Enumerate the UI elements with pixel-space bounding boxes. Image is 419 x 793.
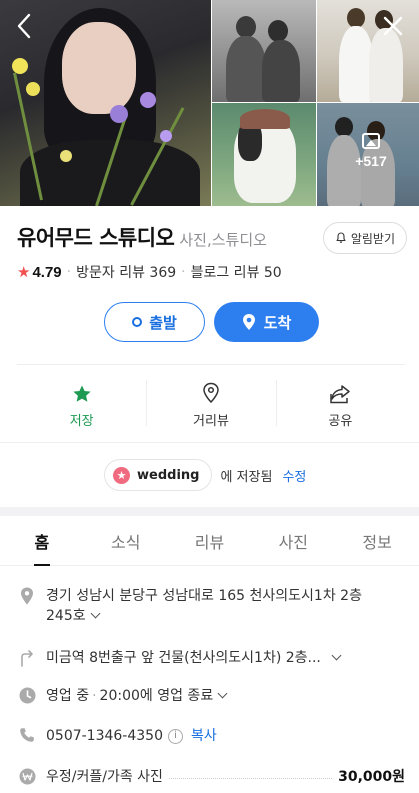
photo-figure (226, 36, 266, 102)
share-action[interactable]: 공유 (275, 370, 405, 438)
photo-gallery[interactable] (0, 0, 419, 206)
divider (17, 364, 405, 365)
location-pin-icon (242, 314, 255, 330)
photo-flower (110, 105, 128, 123)
divider (0, 442, 419, 443)
phone-number[interactable]: 0507-1346-4350 (46, 728, 163, 744)
action-row: 저장 거리뷰 공유 (17, 370, 405, 438)
copy-phone-button[interactable]: 복사 (191, 728, 217, 744)
photo-figure (236, 16, 256, 38)
visitor-reviews-link[interactable]: 방문자 리뷰 369 (76, 262, 176, 282)
info-icon[interactable]: i (168, 728, 183, 744)
place-name: 유어무드 스튜디오 (17, 226, 175, 250)
separator-dot: · (181, 264, 186, 280)
won-coin-icon (19, 768, 35, 784)
saved-text: 에 저장됨 (220, 469, 273, 485)
photo-thumb-3[interactable] (211, 102, 316, 206)
photo-shoulder (20, 140, 200, 206)
address-line-1: 경기 성남시 분당구 성남대로 165 천사의도시1차 2층 (46, 588, 362, 604)
address-line-2: 245호 (46, 608, 86, 624)
hours-detail: 20:00에 영업 종료 (99, 688, 214, 704)
tab-bar: 홈 소식 리뷰 사진 정보 (0, 516, 419, 566)
saved-folder-pill[interactable]: ★ wedding (104, 459, 213, 491)
alarm-button[interactable]: 알림받기 (322, 222, 407, 254)
close-button[interactable] (379, 12, 407, 40)
photo-face (62, 22, 136, 114)
saved-folder-name: wedding (137, 467, 200, 483)
phone-icon (20, 728, 34, 742)
chevron-left-icon (17, 13, 31, 39)
photo-figure (262, 40, 300, 102)
rating-value: 4.79 (32, 263, 62, 281)
share-label: 공유 (328, 413, 353, 429)
more-photos[interactable]: +517 (341, 133, 401, 169)
tab-news[interactable]: 소식 (84, 516, 168, 565)
place-category: 사진,스튜디오 (179, 231, 267, 249)
photo-flower (12, 58, 28, 74)
location-pin-icon (21, 587, 33, 605)
more-photos-count: +517 (355, 153, 387, 169)
directions-row[interactable]: 미금역 8번출구 앞 건물(천사의도시1차) 2층... (18, 648, 405, 668)
hours-status: 영업 중 (46, 688, 90, 704)
tab-info[interactable]: 정보 (335, 516, 419, 565)
separator-dot: · (66, 264, 72, 280)
save-label: 저장 (69, 413, 94, 429)
streetview-pin-icon (203, 382, 219, 403)
streetview-action[interactable]: 거리뷰 (146, 370, 275, 438)
tab-home[interactable]: 홈 (0, 516, 84, 566)
save-action[interactable]: 저장 (17, 370, 146, 438)
photo-thumb-1[interactable] (211, 0, 316, 102)
streetview-label: 거리뷰 (193, 413, 229, 429)
rating-row: ★ 4.79 · 방문자 리뷰 369 · 블로그 리뷰 50 (17, 262, 282, 282)
star-filled-icon (73, 385, 91, 402)
share-icon (330, 384, 351, 403)
bell-icon (336, 232, 346, 243)
menu-price-row[interactable]: 우정/커플/가족 사진 30,000원 (18, 766, 405, 786)
photo-flower (60, 150, 72, 162)
separator-dot: · (92, 688, 97, 704)
saved-info: ★ wedding 에 저장됨 수정 (104, 459, 306, 491)
chevron-down-icon (217, 688, 228, 699)
departure-button[interactable]: 출발 (104, 302, 205, 342)
place-title-row: 유어무드 스튜디오 사진,스튜디오 (17, 222, 267, 252)
directions-text: 미금역 8번출구 앞 건물(천사의도시1차) 2층... (46, 650, 321, 666)
arrival-button[interactable]: 도착 (214, 302, 319, 342)
tab-reviews[interactable]: 리뷰 (168, 516, 252, 565)
photo-dog-cap (240, 109, 290, 129)
edit-saved-link[interactable]: 수정 (282, 466, 306, 485)
menu-item-price: 30,000원 (338, 769, 405, 785)
tab-photos[interactable]: 사진 (251, 516, 335, 565)
price-leader (168, 777, 333, 779)
photo-figure (268, 20, 288, 42)
close-icon (383, 16, 403, 36)
hours-row[interactable]: 영업 중 · 20:00에 영업 종료 (18, 686, 405, 706)
photo-figure (339, 26, 373, 102)
turn-arrow-icon (21, 650, 33, 667)
photo-figure (347, 8, 365, 28)
departure-label: 출발 (149, 313, 177, 332)
phone-row: 0507-1346-4350 i 복사 (18, 726, 405, 746)
address-row[interactable]: 경기 성남시 분당구 성남대로 165 천사의도시1차 2층 245호 (18, 586, 405, 626)
star-icon: ★ (113, 466, 130, 484)
chevron-down-icon (90, 608, 101, 619)
photo-flower (160, 130, 172, 142)
chevron-down-icon (331, 650, 342, 661)
section-divider (0, 507, 419, 516)
arrival-label: 도착 (263, 313, 292, 332)
blog-reviews-link[interactable]: 블로그 리뷰 50 (191, 262, 282, 282)
star-icon: ★ (17, 263, 31, 281)
alarm-label: 알림받기 (350, 231, 395, 246)
departure-icon (132, 317, 143, 327)
clock-icon (19, 687, 35, 704)
back-button[interactable] (10, 12, 38, 40)
photo-flower (140, 92, 156, 108)
menu-item-name: 우정/커플/가족 사진 (46, 769, 163, 785)
photo-flower (26, 82, 40, 96)
image-icon (362, 133, 380, 149)
